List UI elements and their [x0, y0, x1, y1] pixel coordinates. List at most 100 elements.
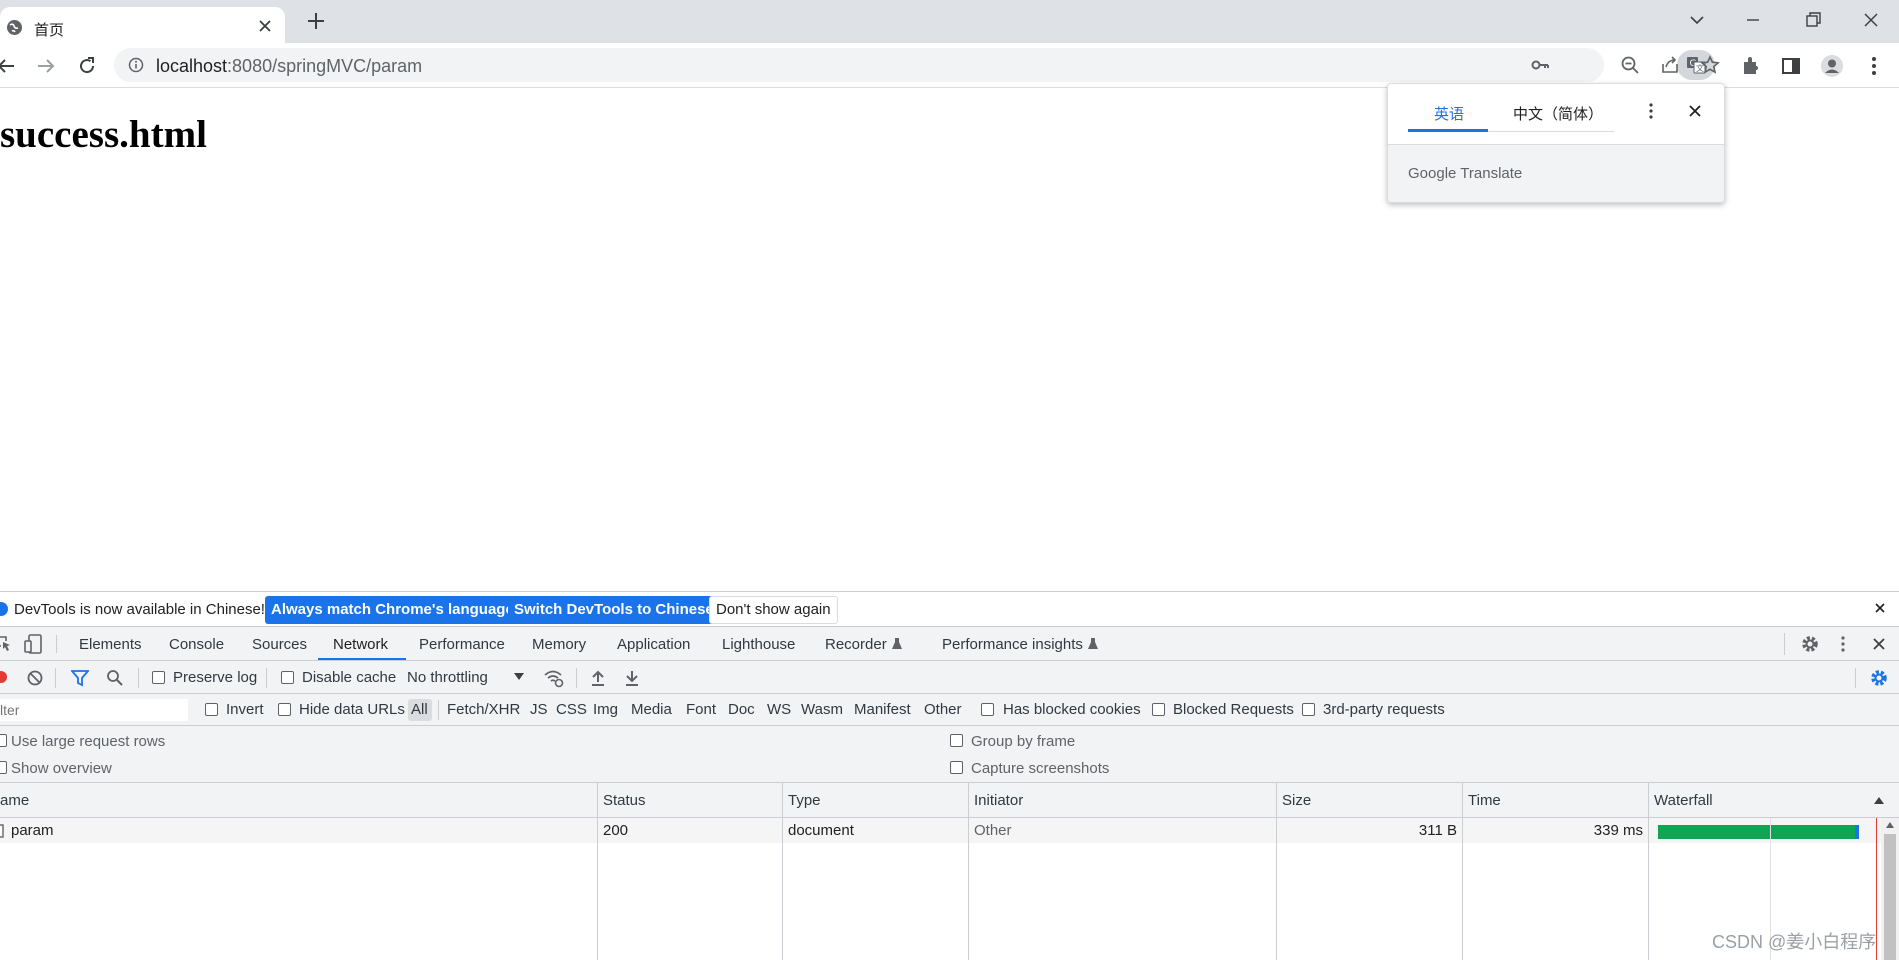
tab-lighthouse[interactable]: Lighthouse	[722, 636, 795, 653]
waterfall-bar	[1658, 825, 1858, 839]
zoom-out-icon[interactable]	[1620, 55, 1640, 75]
group-by-frame-checkbox[interactable]	[950, 734, 963, 747]
key-icon[interactable]	[1530, 55, 1550, 75]
settings-gear-icon[interactable]	[1800, 634, 1820, 654]
new-tab-icon[interactable]	[305, 10, 327, 32]
tab-application[interactable]: Application	[617, 636, 690, 653]
show-overview-checkbox[interactable]	[0, 761, 7, 774]
more-options-icon[interactable]	[1644, 102, 1658, 120]
column-type[interactable]: Type	[788, 792, 821, 809]
preserve-log-checkbox[interactable]	[152, 671, 165, 684]
dont-show-again-button[interactable]: Don't show again	[709, 596, 838, 624]
type-filter-all[interactable]: All	[411, 701, 428, 718]
network-settings-pane: Use large request rows Show overview Gro…	[0, 726, 1899, 783]
profile-avatar-icon[interactable]	[1820, 54, 1844, 78]
forward-arrow-icon[interactable]	[34, 54, 58, 78]
tab-source-language[interactable]: 英语	[1434, 103, 1464, 124]
row-size: 311 B	[1418, 822, 1457, 839]
inspect-element-icon[interactable]	[0, 635, 12, 653]
filter-funnel-icon[interactable]	[71, 669, 89, 687]
type-filter-manifest[interactable]: Manifest	[854, 701, 911, 718]
column-name[interactable]: ame	[0, 792, 29, 809]
close-infobar-icon[interactable]	[1874, 602, 1886, 614]
vertical-scrollbar[interactable]	[1881, 818, 1899, 960]
info-dot-icon	[0, 602, 8, 616]
restore-icon[interactable]	[1803, 10, 1823, 30]
device-toolbar-icon[interactable]	[24, 634, 42, 654]
column-waterfall[interactable]: Waterfall	[1654, 792, 1713, 809]
close-popup-icon[interactable]	[1688, 104, 1702, 118]
site-info-icon[interactable]	[128, 57, 144, 73]
devtools-menu-icon[interactable]	[1836, 635, 1850, 653]
third-party-requests-checkbox[interactable]	[1302, 703, 1315, 716]
tab-memory[interactable]: Memory	[532, 636, 586, 653]
side-panel-icon[interactable]	[1779, 54, 1803, 78]
browser-tab[interactable]: 首页	[0, 7, 285, 43]
table-row[interactable]: param 200 document Other 311 B 339 ms	[0, 818, 1899, 843]
disable-cache-checkbox[interactable]	[281, 671, 294, 684]
throttling-select[interactable]: No throttling	[407, 669, 488, 686]
reload-icon[interactable]	[75, 54, 99, 78]
type-filter-doc[interactable]: Doc	[728, 701, 755, 718]
column-size[interactable]: Size	[1282, 792, 1311, 809]
search-icon[interactable]	[106, 669, 124, 687]
has-blocked-cookies-checkbox[interactable]	[981, 703, 994, 716]
address-bar[interactable]: localhost:8080/springMVC/param G文	[114, 48, 1720, 82]
clear-icon[interactable]	[27, 670, 43, 686]
document-icon	[0, 824, 4, 838]
type-filter-css[interactable]: CSS	[556, 701, 587, 718]
type-filter-other[interactable]: Other	[924, 701, 962, 718]
chrome-menu-icon[interactable]	[1862, 54, 1886, 78]
column-initiator[interactable]: Initiator	[974, 792, 1023, 809]
group-by-frame-label: Group by frame	[971, 733, 1076, 750]
tab-performance-insights[interactable]: Performance insights	[942, 636, 1083, 653]
tab-search-chevron-icon[interactable]	[1687, 10, 1707, 30]
url-text[interactable]: localhost:8080/springMVC/param	[156, 56, 422, 77]
record-icon[interactable]	[0, 670, 8, 684]
type-filter-media[interactable]: Media	[631, 701, 672, 718]
translate-footer: Google Translate	[1388, 144, 1724, 202]
blocked-requests-checkbox[interactable]	[1152, 703, 1165, 716]
scrollbar-thumb[interactable]	[1884, 834, 1896, 960]
network-conditions-icon[interactable]	[543, 668, 565, 688]
type-filter-img[interactable]: Img	[593, 701, 618, 718]
network-settings-gear-icon[interactable]	[1869, 668, 1889, 688]
tab-elements[interactable]: Elements	[79, 636, 142, 653]
export-har-icon[interactable]	[624, 669, 640, 687]
dropdown-triangle-icon[interactable]	[514, 673, 524, 681]
tab-sources[interactable]: Sources	[252, 636, 307, 653]
close-tab-icon[interactable]	[258, 19, 272, 33]
switch-devtools-chinese-button[interactable]: Switch DevTools to Chinese	[508, 596, 720, 624]
type-filter-ws[interactable]: WS	[767, 701, 791, 718]
import-har-icon[interactable]	[590, 669, 606, 687]
invert-checkbox[interactable]	[205, 703, 218, 716]
back-arrow-icon[interactable]	[0, 54, 24, 78]
network-request-table: ame Status Type Initiator Size Time Wate…	[0, 783, 1899, 960]
type-filter-fetch-xhr[interactable]: Fetch/XHR	[447, 701, 520, 718]
tab-console[interactable]: Console	[169, 636, 224, 653]
row-name[interactable]: param	[11, 822, 54, 839]
sort-ascending-icon[interactable]	[1874, 796, 1884, 804]
close-devtools-icon[interactable]	[1872, 637, 1886, 651]
large-request-rows-checkbox[interactable]	[0, 734, 7, 747]
row-time: 339 ms	[1593, 822, 1643, 839]
minimize-icon[interactable]	[1743, 10, 1763, 30]
close-window-icon[interactable]	[1861, 10, 1881, 30]
extensions-icon[interactable]	[1739, 54, 1763, 78]
type-filter-font[interactable]: Font	[686, 701, 716, 718]
column-status[interactable]: Status	[603, 792, 646, 809]
column-time[interactable]: Time	[1468, 792, 1501, 809]
tab-target-language[interactable]: 中文（简体）	[1513, 103, 1603, 124]
capture-screenshots-checkbox[interactable]	[950, 761, 963, 774]
filter-input[interactable]	[0, 699, 188, 721]
bookmark-star-icon[interactable]	[1700, 55, 1720, 75]
tab-recorder[interactable]: Recorder	[825, 636, 887, 653]
hide-data-urls-checkbox[interactable]	[278, 703, 291, 716]
type-filter-js[interactable]: JS	[530, 701, 548, 718]
tab-performance[interactable]: Performance	[419, 636, 505, 653]
share-icon[interactable]	[1660, 55, 1680, 75]
always-match-language-button[interactable]: Always match Chrome's language	[265, 596, 520, 624]
scroll-up-arrow-icon[interactable]	[1886, 822, 1894, 828]
type-filter-wasm[interactable]: Wasm	[801, 701, 843, 718]
tab-network[interactable]: Network	[333, 636, 388, 653]
